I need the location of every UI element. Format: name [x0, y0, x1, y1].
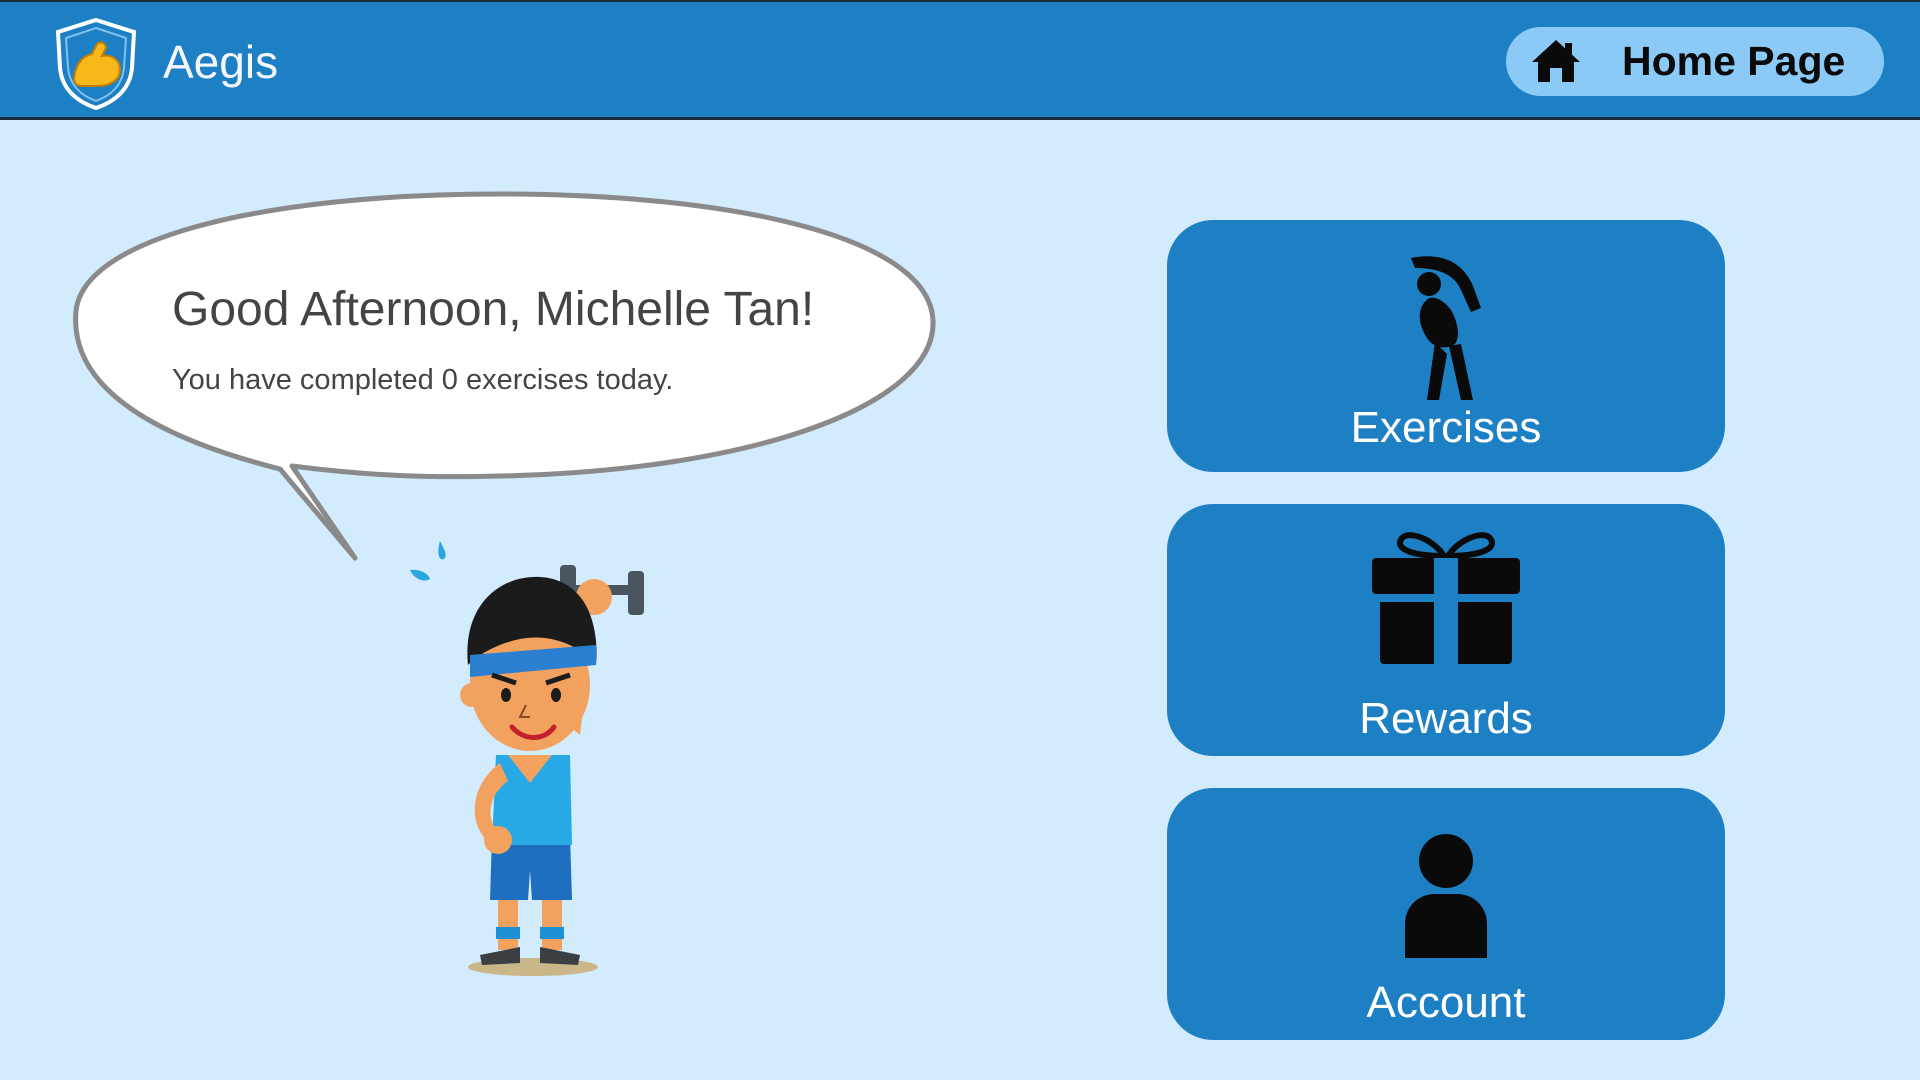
home-page-button[interactable]: Home Page [1506, 27, 1884, 96]
shield-flexed-biceps-icon [55, 17, 137, 111]
account-button[interactable]: Account [1167, 788, 1725, 1040]
top-bar: Aegis Home Page [0, 0, 1920, 120]
exercise-count-message: You have completed 0 exercises today. [172, 364, 674, 396]
user-icon [1405, 834, 1487, 958]
greeting-title: Good Afternoon, Michelle Tan! [172, 283, 815, 336]
exercises-label: Exercises [1350, 403, 1542, 452]
home-icon [1532, 40, 1580, 82]
rewards-button[interactable]: Rewards [1167, 504, 1725, 756]
account-label: Account [1366, 978, 1526, 1027]
gift-icon [1372, 532, 1520, 664]
home-page-label: Home Page [1622, 38, 1846, 84]
app-title: Aegis [163, 36, 279, 88]
stretching-person-icon [1411, 256, 1481, 400]
exercises-button[interactable]: Exercises [1167, 220, 1725, 472]
rewards-label: Rewards [1359, 694, 1533, 743]
dumbbell-character-illustration [410, 541, 644, 976]
